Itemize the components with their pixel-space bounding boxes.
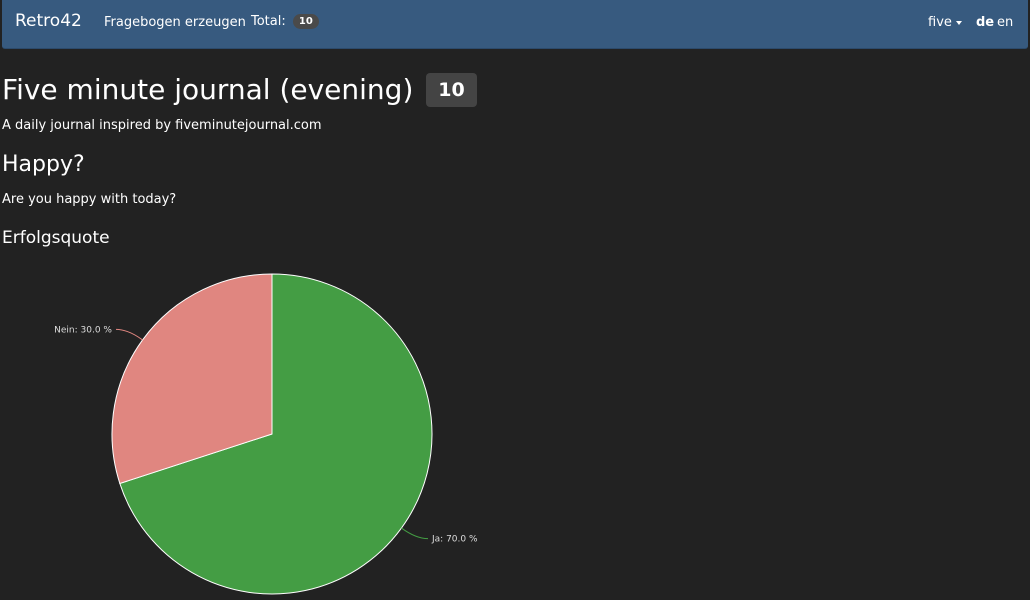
chevron-down-icon xyxy=(955,20,962,25)
user-menu-label: five xyxy=(928,15,952,30)
user-menu-dropdown[interactable]: five xyxy=(928,15,962,30)
chart-title: Erfolgsquote xyxy=(2,228,110,248)
survey-description: A daily journal inspired by fiveminutejo… xyxy=(2,118,322,133)
pie-leader-line-nein xyxy=(115,328,143,341)
brand-link[interactable]: Retro42 xyxy=(15,11,82,31)
lang-en-link[interactable]: en xyxy=(997,15,1013,30)
top-navbar: Retro42 Fragebogen erzeugen Total: 10 fi… xyxy=(2,0,1028,49)
pie-chart: Ja: 70.0 % Nein: 30.0 % xyxy=(54,273,478,595)
question-text: Are you happy with today? xyxy=(2,192,177,207)
pie-label-ja: Ja: 70.0 % xyxy=(431,535,478,545)
create-questionnaire-link[interactable]: Fragebogen erzeugen xyxy=(104,15,246,30)
question-title: Happy? xyxy=(2,152,85,177)
pie-label-nein: Nein: 30.0 % xyxy=(54,325,112,335)
response-count-badge: 10 xyxy=(426,73,477,107)
survey-title-heading: Five minute journal (evening) 10 xyxy=(2,73,477,107)
total-label: Total: xyxy=(251,14,286,29)
lang-de-link[interactable]: de xyxy=(976,15,994,30)
total-count-badge: 10 xyxy=(292,14,319,29)
pie-leader-line-ja xyxy=(401,527,429,540)
survey-title: Five minute journal (evening) xyxy=(2,73,414,106)
total-indicator: Total: 10 xyxy=(251,14,319,29)
